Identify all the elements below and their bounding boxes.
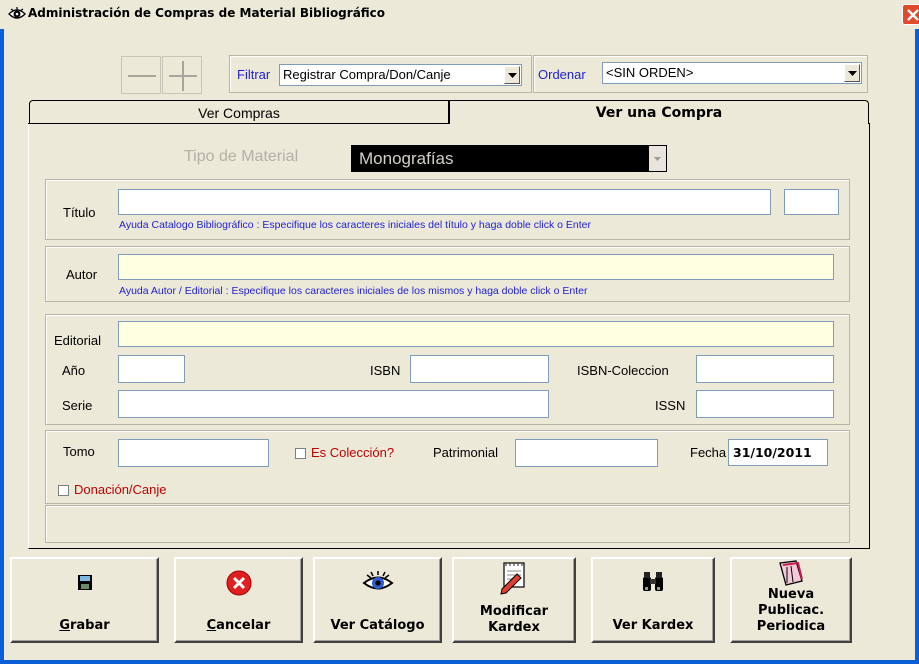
modificar-kardex-label: Modificar Kardex	[454, 604, 574, 636]
tab-ver-compras[interactable]: Ver Compras	[29, 100, 449, 124]
issn-label: ISSN	[655, 398, 686, 413]
patrimonial-label: Patrimonial	[433, 445, 499, 460]
titulo-input[interactable]	[118, 189, 771, 215]
serie-label: Serie	[62, 398, 93, 413]
material-select[interactable]: Monografías	[351, 145, 667, 172]
tomo-label: Tomo	[63, 444, 95, 459]
dropdown-arrow-icon[interactable]	[504, 66, 520, 84]
grabar-button[interactable]: Grabar	[10, 557, 159, 643]
cancelar-button[interactable]: Cancelar	[174, 557, 303, 643]
nueva-line2: Publicac.	[757, 603, 825, 618]
order-label: Ordenar	[538, 67, 586, 82]
patrimonial-input-box[interactable]	[516, 440, 657, 466]
modificar-kardex-line1: Modificar	[479, 604, 549, 619]
window-title: Administración de Compras de Material Bi…	[28, 6, 386, 20]
es-coleccion-checkbox[interactable]	[295, 448, 306, 459]
issn-input-box[interactable]	[697, 391, 833, 417]
titulo-extra-input[interactable]	[784, 189, 839, 215]
titulo-label: Título	[63, 205, 96, 220]
nueva-publicacion-label: Nueva Publicac. Periodica	[732, 587, 850, 635]
editorial-input[interactable]	[118, 321, 834, 347]
ver-kardex-button[interactable]: Ver Kardex	[591, 557, 715, 643]
patrimonial-input[interactable]	[515, 439, 658, 467]
autor-input[interactable]	[118, 254, 834, 280]
material-label: Tipo de Material	[184, 148, 299, 165]
serie-input[interactable]	[118, 390, 549, 418]
filter-select[interactable]: Registrar Compra/Don/Canje	[279, 64, 522, 86]
eye-icon	[361, 569, 395, 600]
ver-kardex-label: Ver Kardex	[612, 618, 694, 633]
material-select-value: Monografías	[359, 149, 454, 168]
autor-input-box[interactable]	[119, 255, 833, 279]
dropdown-arrow-icon[interactable]	[649, 146, 666, 171]
add-record-button[interactable]	[162, 56, 202, 94]
anio-input-box[interactable]	[119, 356, 184, 382]
editorial-label: Editorial	[54, 333, 101, 348]
titulo-input-box[interactable]	[119, 190, 770, 214]
cancelar-rest: ancelar	[216, 618, 271, 633]
isbn-input[interactable]	[410, 355, 549, 383]
fecha-label: Fecha	[690, 445, 727, 460]
tomo-input-box[interactable]	[119, 440, 268, 466]
dropdown-arrow-icon[interactable]	[844, 64, 860, 82]
close-icon	[907, 9, 919, 21]
isbn-label: ISBN	[370, 363, 401, 378]
order-select[interactable]: <SIN ORDEN>	[602, 62, 862, 84]
isbn-coleccion-label: ISBN-Coleccion	[577, 363, 669, 378]
remove-record-button[interactable]	[121, 56, 161, 94]
ver-catalogo-label: Ver Catálogo	[330, 618, 425, 633]
modificar-kardex-button[interactable]: Modificar Kardex	[452, 557, 576, 643]
app-eye-icon	[8, 5, 26, 23]
tab-divider-line	[28, 123, 449, 124]
client-area: Filtrar Registrar Compra/Don/Canje Orden…	[4, 29, 915, 660]
modificar-kardex-line2: Kardex	[488, 620, 540, 635]
isbn-coleccion-input-box[interactable]	[697, 356, 833, 382]
fecha-value: 31/10/2011	[733, 445, 812, 460]
title-bar[interactable]: Administración de Compras de Material Bi…	[0, 0, 919, 29]
grabar-label: Grabar	[12, 618, 157, 634]
save-disk-icon	[72, 569, 98, 598]
ver-catalogo-button[interactable]: Ver Catálogo	[313, 557, 442, 643]
nueva-publicacion-button[interactable]: Nueva Publicac. Periodica	[730, 557, 852, 643]
nueva-line1: Nueva	[767, 587, 815, 602]
tab-ver-compras-label: Ver Compras	[198, 105, 280, 121]
order-select-value: <SIN ORDEN>	[606, 65, 694, 80]
app-window: Administración de Compras de Material Bi…	[0, 0, 919, 664]
titulo-extra-input-box[interactable]	[785, 190, 838, 214]
editorial-input-box[interactable]	[119, 322, 833, 346]
serie-input-box[interactable]	[119, 391, 548, 417]
es-coleccion-label[interactable]: Es Colección?	[311, 445, 394, 460]
autor-label: Autor	[66, 267, 98, 282]
donacion-label[interactable]: Donación/Canje	[74, 482, 167, 497]
cancelar-mnemonic: C	[206, 618, 217, 633]
grabar-mnemonic: G	[59, 618, 70, 633]
close-button[interactable]	[902, 4, 919, 25]
isbn-coleccion-input[interactable]	[696, 355, 834, 383]
donacion-checkbox[interactable]	[58, 485, 69, 496]
nueva-line3: Periodica	[756, 619, 826, 634]
autor-hint: Ayuda Autor / Editorial : Especifique lo…	[119, 285, 588, 297]
cancelar-label: Cancelar	[176, 618, 301, 634]
tab-ver-una-compra-label: Ver una Compra	[595, 105, 723, 121]
tab-ver-una-compra[interactable]: Ver una Compra	[449, 100, 869, 124]
isbn-input-box[interactable]	[411, 356, 548, 382]
notepad-pencil-icon	[497, 559, 531, 598]
issn-input[interactable]	[696, 390, 834, 418]
cancel-x-icon	[225, 569, 253, 600]
filter-select-value: Registrar Compra/Don/Canje	[283, 67, 451, 82]
titulo-hint: Ayuda Catalogo Bibliográfico : Especifiq…	[119, 219, 591, 231]
anio-label: Año	[62, 363, 86, 378]
plus-icon	[169, 61, 197, 91]
minus-icon	[128, 75, 156, 77]
filter-label: Filtrar	[237, 67, 271, 82]
tomo-input[interactable]	[118, 439, 269, 467]
binoculars-icon	[639, 569, 667, 598]
fecha-input[interactable]: 31/10/2011	[728, 439, 828, 466]
status-panel	[45, 505, 850, 543]
anio-input[interactable]	[118, 355, 185, 383]
grabar-rest: rabar	[69, 618, 110, 633]
